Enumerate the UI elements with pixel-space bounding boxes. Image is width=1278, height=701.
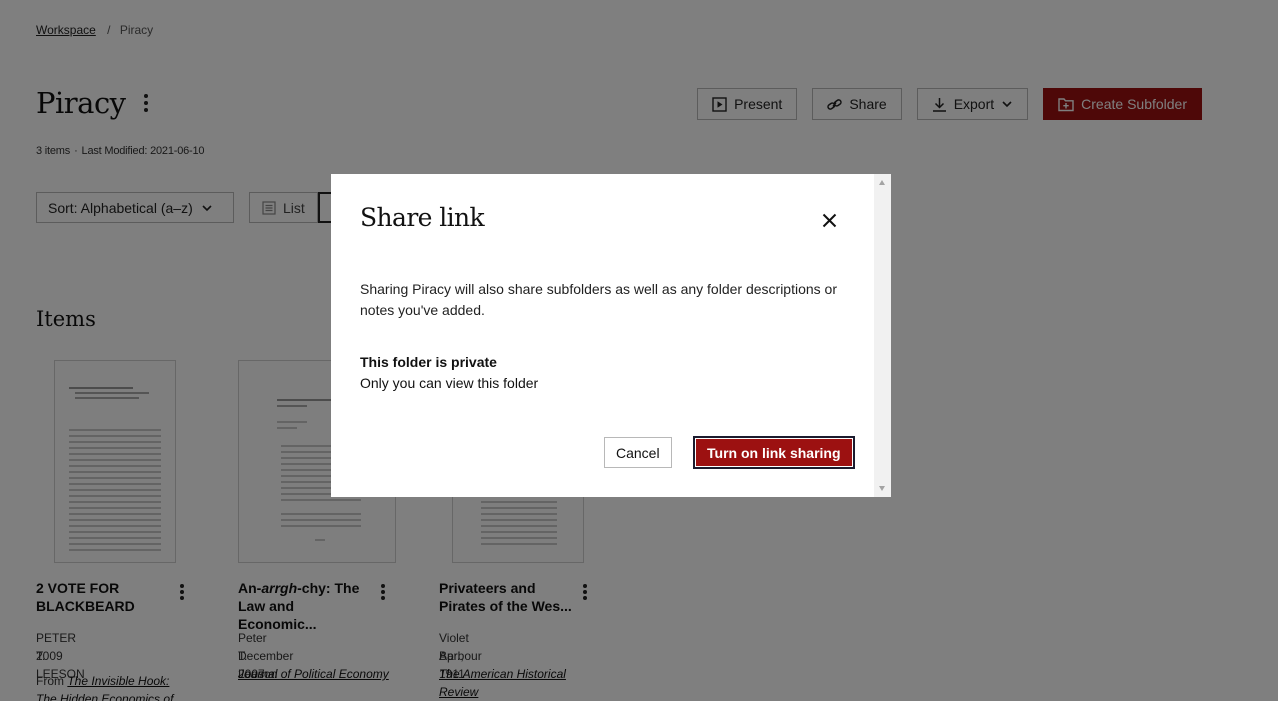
privacy-status: This folder is private Only you can view… (360, 352, 538, 394)
turn-on-link-sharing-button[interactable]: Turn on link sharing (693, 436, 855, 469)
privacy-status-subtitle: Only you can view this folder (360, 375, 539, 391)
scroll-up-icon[interactable] (879, 180, 885, 185)
close-icon (822, 213, 836, 227)
scroll-down-icon[interactable] (879, 486, 885, 491)
dialog-description: Sharing Piracy will also share subfolder… (360, 281, 837, 318)
dialog-title: Share link (360, 203, 485, 232)
privacy-status-title: This folder is private (360, 354, 497, 370)
dialog-scrollbar[interactable] (874, 174, 891, 497)
cancel-button[interactable]: Cancel (604, 437, 672, 468)
close-button[interactable] (819, 210, 839, 230)
share-link-dialog: Share link Sharing Piracy will also shar… (331, 174, 891, 497)
